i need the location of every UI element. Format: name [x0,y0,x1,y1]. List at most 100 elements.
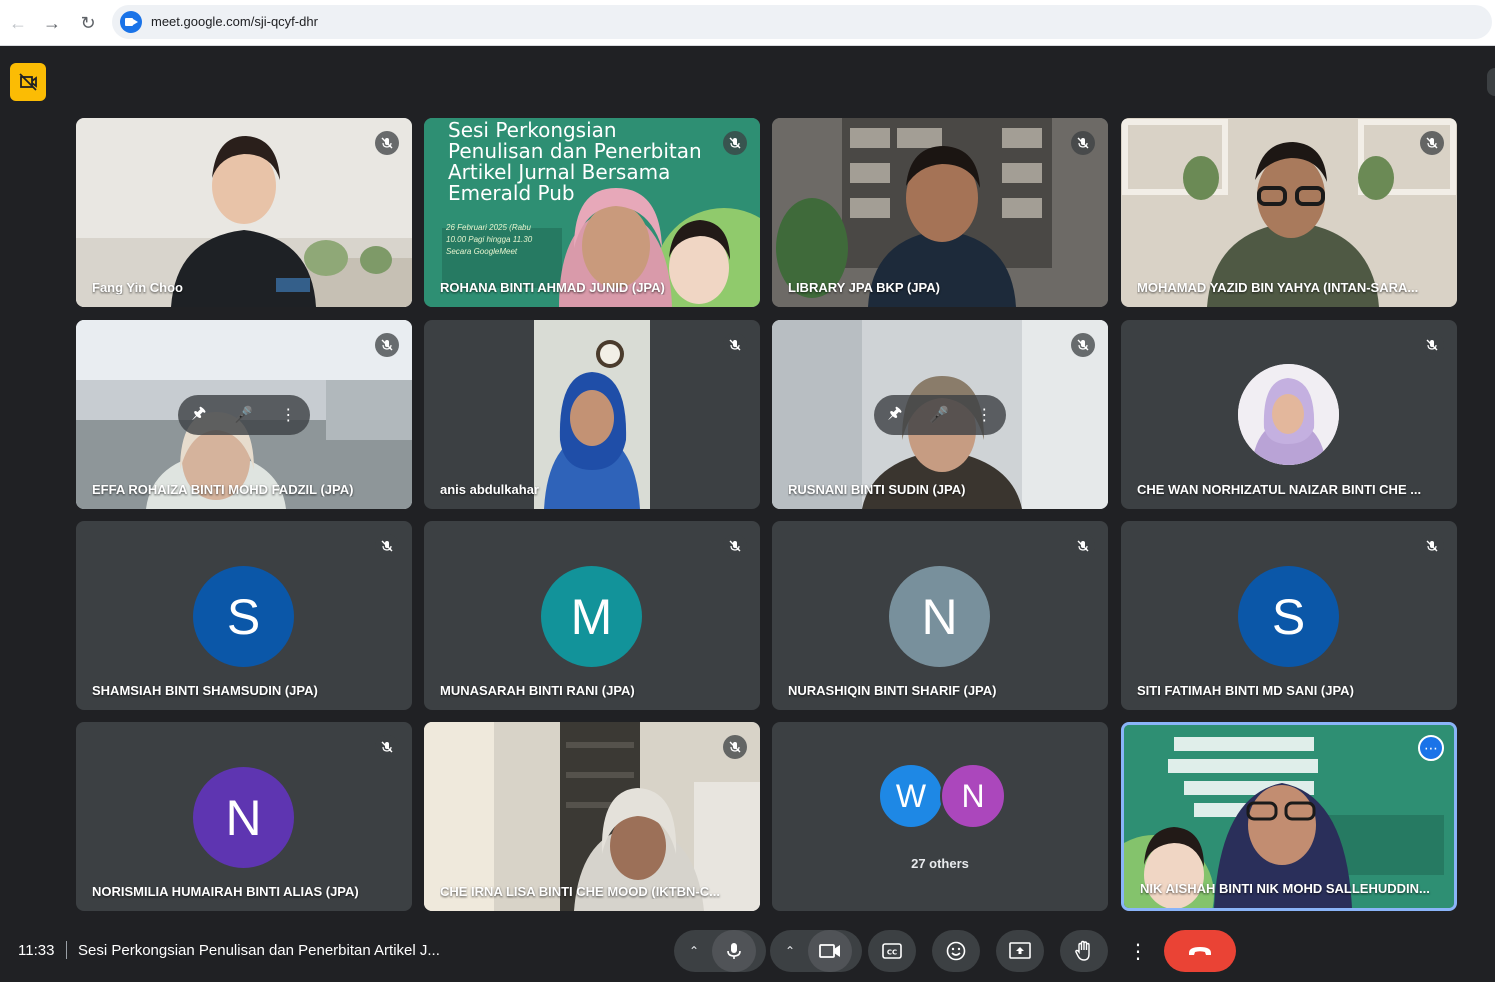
mic-off-icon [723,131,747,155]
leave-call-button[interactable] [1164,930,1236,972]
mic-off-icon [1420,333,1444,357]
avatar: S [1238,566,1339,667]
more-options-icon[interactable]: ⋮ [976,405,992,425]
participant-tile[interactable]: S SHAMSIAH BINTI SHAMSUDIN (JPA) [76,521,412,710]
video-frame [534,320,650,509]
mic-off-icon [723,534,747,558]
participant-name: LIBRARY JPA BKP (JPA) [788,280,940,295]
captions-button[interactable]: CC [868,930,916,972]
participant-tile[interactable]: Sesi Perkongsian Penulisan dan Penerbita… [424,118,760,307]
event-details: 26 Februari 2025 (Rabu 10.00 Pagi hingga… [446,222,532,258]
participant-name: MUNASARAH BINTI RANI (JPA) [440,683,635,698]
participant-tile[interactable]: S SITI FATIMAH BINTI MD SANI (JPA) [1121,521,1457,710]
hang-up-icon [1189,947,1211,955]
microphone-control[interactable]: ⌃ [674,930,766,972]
participant-tile[interactable]: N NURASHIQIN BINTI SHARIF (JPA) [772,521,1108,710]
mute-participant-icon[interactable]: 🎤 [233,405,253,425]
url-text: meet.google.com/sji-qcyf-dhr [151,14,318,29]
participant-name: SITI FATIMAH BINTI MD SANI (JPA) [1137,683,1354,698]
mic-off-icon [1071,131,1095,155]
video-frame [424,722,760,911]
raise-hand-button[interactable] [1060,930,1108,972]
avatar: W [878,763,944,829]
participant-tile[interactable]: MOHAMAD YAZID BIN YAHYA (INTAN-SARA... [1121,118,1457,307]
mic-off-icon [723,735,747,759]
tile-hover-controls: 🖈 🎤 ⋮ [178,395,310,435]
emoji-icon [946,941,966,961]
participant-tile[interactable]: N NORISMILIA HUMAIRAH BINTI ALIAS (JPA) [76,722,412,911]
back-arrow-icon[interactable]: ← [4,9,32,37]
participant-name: EFFA ROHAIZA BINTI MOHD FADZIL (JPA) [92,482,354,497]
meet-site-icon [120,11,142,33]
hand-icon [1075,940,1090,961]
participant-name: CHE IRNA LISA BINTI CHE MOOD (IKTBN-C... [440,884,720,899]
present-screen-button[interactable] [996,930,1044,972]
participant-name: anis abdulkahar [440,482,539,497]
video-frame [772,118,1108,307]
forward-arrow-icon[interactable]: → [38,9,66,37]
participant-name: MOHAMAD YAZID BIN YAHYA (INTAN-SARA... [1137,280,1419,295]
participant-name: ROHANA BINTI AHMAD JUNID (JPA) [440,280,665,295]
more-options-icon[interactable]: ⋮ [280,405,296,425]
participant-tile[interactable]: CHE IRNA LISA BINTI CHE MOOD (IKTBN-C... [424,722,760,911]
participant-tile[interactable]: LIBRARY JPA BKP (JPA) [772,118,1108,307]
reactions-button[interactable] [932,930,980,972]
pin-icon[interactable]: 🖈 [192,402,207,429]
pin-icon[interactable]: 🖈 [888,402,903,429]
mic-off-icon [1420,131,1444,155]
tile-hover-controls: 🖈 🎤 ⋮ [874,395,1006,435]
camera-icon[interactable] [808,930,852,972]
event-banner: Sesi Perkongsian Penulisan dan Penerbita… [448,120,702,204]
mic-off-icon [375,333,399,357]
participant-name: CHE WAN NORHIZATUL NAIZAR BINTI CHE ... [1137,482,1422,497]
participant-tile[interactable]: CHE WAN NORHIZATUL NAIZAR BINTI CHE ... [1121,320,1457,509]
participant-tile[interactable]: M MUNASARAH BINTI RANI (JPA) [424,521,760,710]
avatar: N [193,767,294,868]
mic-off-icon [723,333,747,357]
mic-off-icon [375,735,399,759]
event-time: 10.00 Pagi hingga 11.30 [446,235,533,244]
present-screen-icon [1009,942,1031,959]
participant-tile[interactable]: 🖈 🎤 ⋮ RUSNANI BINTI SUDIN (JPA) [772,320,1108,509]
video-frame [1121,118,1457,307]
participant-tile[interactable]: 🖈 🎤 ⋮ EFFA ROHAIZA BINTI MOHD FADZIL (JP… [76,320,412,509]
banner-line: Artikel Jurnal Bersama [448,160,671,184]
banner-line: Emerald Pub [448,181,575,205]
browser-toolbar: ← → ↻ meet.google.com/sji-qcyf-dhr [0,0,1495,46]
participant-name: NORISMILIA HUMAIRAH BINTI ALIAS (JPA) [92,884,359,899]
address-bar[interactable]: meet.google.com/sji-qcyf-dhr [112,5,1492,39]
others-avatar-stack: W N [876,763,1006,829]
avatar: N [889,566,990,667]
meeting-title: Sesi Perkongsian Penulisan dan Penerbita… [78,942,440,959]
mic-off-icon [375,131,399,155]
others-count: 27 others [911,856,969,871]
captions-icon: CC [882,943,902,959]
more-options-button[interactable]: ⋮ [1123,930,1153,972]
camera-control[interactable]: ⌃ [770,930,862,972]
divider [66,941,67,959]
video-frame [76,118,412,307]
event-date: 26 Februari 2025 (Rabu [446,223,531,232]
camera-off-icon [19,73,37,91]
more-options-icon[interactable]: ⋯ [1418,735,1444,761]
mute-participant-icon[interactable]: 🎤 [929,405,949,425]
participant-tile[interactable]: ⋯ NIK AISHAH BINTI NIK MOHD SALLEHUDDIN.… [1121,722,1457,911]
mic-off-icon [375,534,399,558]
mic-off-icon [1071,534,1095,558]
video-settings-chevron-icon[interactable]: ⌃ [770,944,810,958]
participant-name: RUSNANI BINTI SUDIN (JPA) [788,482,966,497]
participant-name: Fang Yin Choo [92,280,183,295]
meeting-control-bar: 11:33 Sesi Perkongsian Penulisan dan Pen… [0,920,1495,982]
mic-off-icon [1071,333,1095,357]
microphone-icon[interactable] [712,930,756,972]
audio-settings-chevron-icon[interactable]: ⌃ [674,944,714,958]
participant-tile[interactable]: anis abdulkahar [424,320,760,509]
participant-name: SHAMSIAH BINTI SHAMSUDIN (JPA) [92,683,318,698]
meeting-clock: 11:33 [18,942,55,959]
avatar: S [193,566,294,667]
side-panel-toggle[interactable] [1487,68,1495,96]
participant-tile[interactable]: Fang Yin Choo [76,118,412,307]
companion-mode-badge[interactable] [10,63,46,101]
reload-icon[interactable]: ↻ [74,9,102,37]
others-tile[interactable]: W N 27 others [772,722,1108,911]
